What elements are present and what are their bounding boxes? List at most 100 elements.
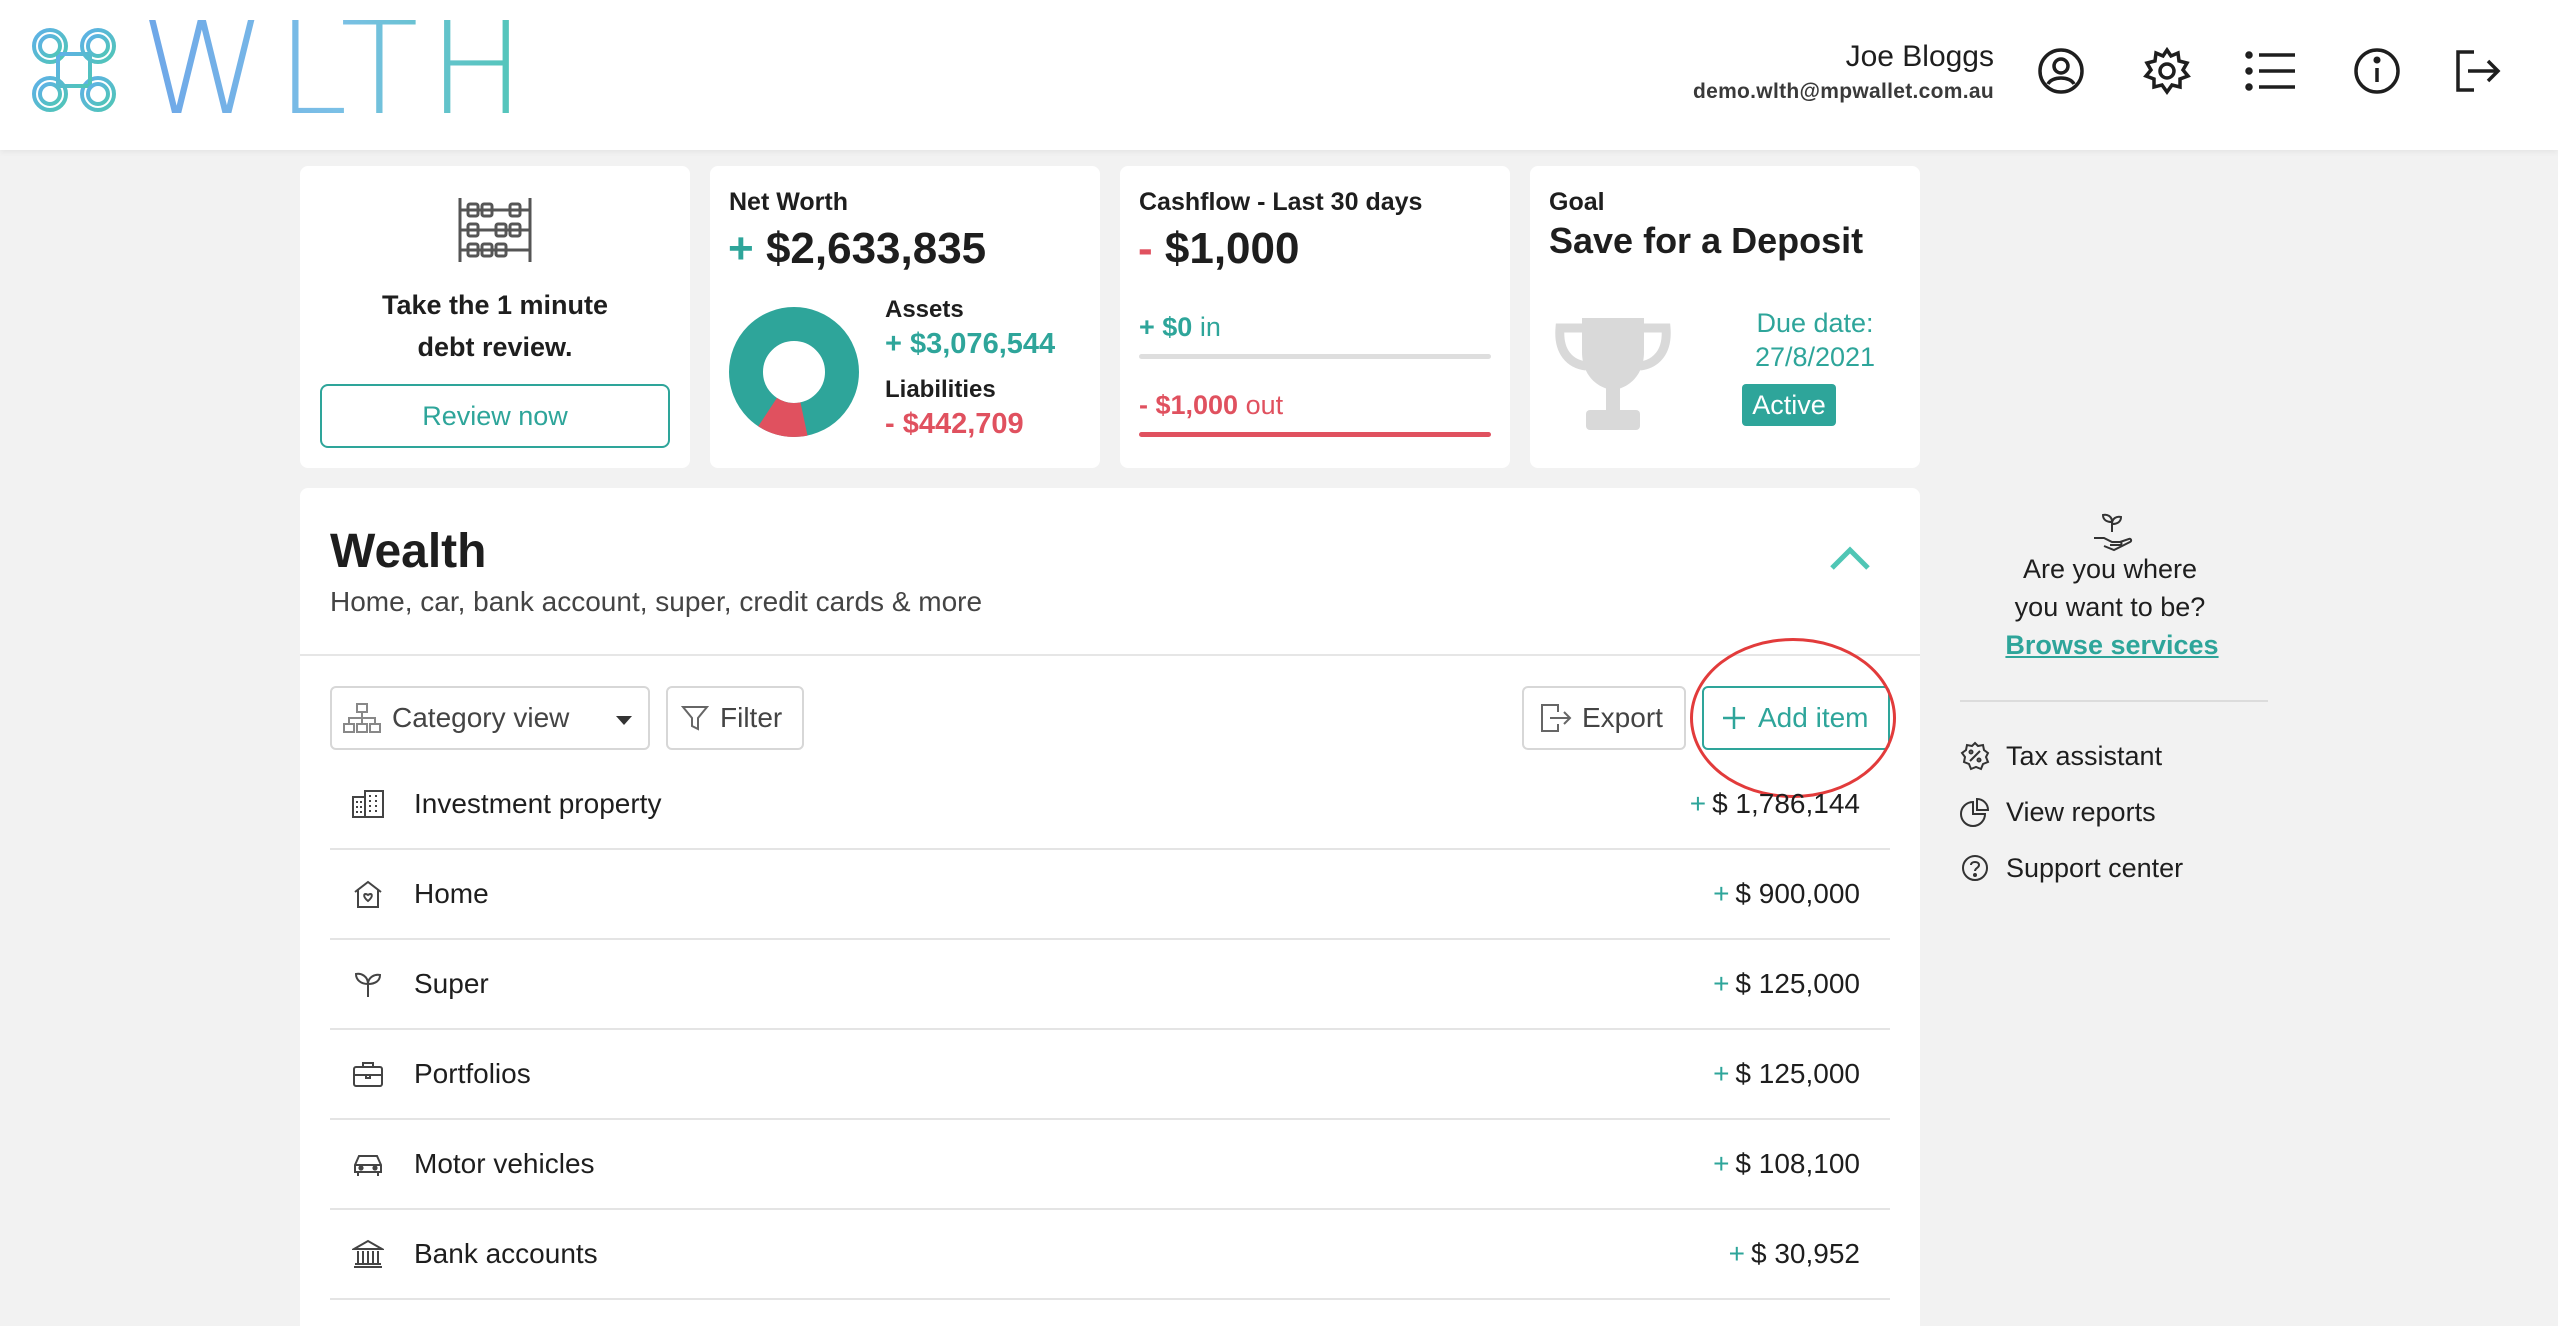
value-sign: + [1689, 788, 1707, 819]
cashflow-card[interactable]: Cashflow - Last 30 days - $1,000 + $0 in… [1120, 166, 1510, 468]
category-view-select[interactable]: Category view [330, 686, 650, 750]
logo-mark-icon [32, 28, 116, 112]
sidebar-divider [1960, 700, 2268, 702]
goal-title: Goal [1549, 188, 1605, 216]
sprout-icon [350, 966, 386, 1002]
liabilities-arc [758, 397, 808, 437]
category-view-label: Category view [392, 702, 570, 733]
export-button[interactable]: Export [1522, 686, 1686, 750]
list-item-value: + $ 30,952 [1729, 1238, 1860, 1270]
export-label: Export [1582, 702, 1663, 733]
goal-card[interactable]: Goal Save for a Deposit Due date: 27/8/2… [1530, 166, 1920, 468]
list-item-super[interactable]: Super + $ 125,000 [330, 940, 1890, 1030]
debt-review-line1: Take the 1 minute [381, 290, 609, 320]
list-item-value: + $ 900,000 [1713, 878, 1860, 910]
assets-label: Assets [885, 296, 964, 323]
cashflow-amount: $1,000 [1164, 224, 1300, 273]
liabilities-label: Liabilities [885, 376, 996, 403]
building-icon [350, 786, 386, 822]
value-sign: + [1713, 878, 1730, 909]
account-icon[interactable] [2034, 44, 2088, 98]
goal-name: Save for a Deposit [1549, 220, 1864, 261]
cashflow-value: - $1,000 [1138, 224, 1299, 274]
browse-services-link[interactable]: Browse services [1960, 630, 2264, 661]
wlth-logo[interactable]: WLTH [26, 6, 535, 134]
user-name: Joe Bloggs [1845, 40, 1994, 73]
chevron-up-icon[interactable] [1826, 540, 1874, 574]
briefcase-icon [350, 1056, 386, 1092]
percent-badge-icon [1960, 741, 1990, 771]
list-item-label: Portfolios [414, 1058, 531, 1089]
net-worth-value: + $2,633,835 [728, 224, 986, 274]
wealth-panel: Wealth Home, car, bank account, super, c… [300, 488, 1920, 1326]
sidebar-question-line2: you want to be? [2014, 592, 2206, 622]
list-item-investment-property[interactable]: Investment property + $ 1,786,144 [330, 760, 1890, 850]
sidebar-item-label: Tax assistant [2006, 740, 2163, 771]
settings-icon[interactable] [2140, 44, 2194, 98]
list-item-motor-vehicles[interactable]: Motor vehicles + $ 108,100 [330, 1120, 1890, 1210]
bank-icon [350, 1236, 386, 1272]
net-worth-amount: $2,633,835 [765, 224, 987, 273]
sidebar-item-support-center[interactable]: Support center [1960, 848, 2183, 888]
cashflow-in-label: in [1199, 312, 1221, 342]
user-email: demo.wlth@mpwallet.com.au [1692, 80, 1994, 103]
value-sign: + [1713, 968, 1730, 999]
value-amount: $ 30,952 [1751, 1238, 1860, 1269]
sidebar-item-tax-assistant[interactable]: Tax assistant [1960, 736, 2162, 776]
value-sign: + [1728, 1238, 1745, 1269]
list-item-label: Home [414, 878, 489, 909]
logout-icon[interactable] [2450, 44, 2504, 98]
debt-review-line2: debt review. [417, 332, 573, 362]
plant-hand-icon [2094, 513, 2133, 552]
list-item-value: + $ 125,000 [1713, 1058, 1860, 1090]
liabilities-value: - $442,709 [885, 408, 1024, 440]
value-sign: + [1713, 1058, 1730, 1089]
cashflow-out: - $1,000 out [1139, 390, 1283, 421]
net-worth-title: Net Worth [729, 188, 848, 216]
list-item-value: + $ 125,000 [1713, 968, 1860, 1000]
user-info: Joe Bloggs demo.wlth@mpwallet.com.au [1693, 40, 1994, 104]
add-item-button[interactable]: Add item [1702, 686, 1890, 750]
car-icon [350, 1146, 386, 1182]
assets-value: + $3,076,544 [885, 328, 1056, 360]
list-icon[interactable] [2244, 44, 2298, 98]
filter-button[interactable]: Filter [666, 686, 804, 750]
home-icon [350, 876, 386, 912]
plus-icon [1723, 707, 1745, 729]
wealth-title: Wealth [330, 525, 487, 578]
goal-due: Due date: 27/8/2021 [1710, 306, 1920, 374]
cashflow-in-amount: + $0 [1139, 312, 1193, 342]
list-item-label: Super [414, 968, 489, 999]
list-item-home[interactable]: Home + $ 900,000 [330, 850, 1890, 940]
debt-review-text: Take the 1 minute debt review. [300, 284, 690, 368]
value-amount: $ 125,000 [1735, 1058, 1860, 1089]
list-item-value: + $ 108,100 [1713, 1148, 1860, 1180]
sidebar-question: Are you where you want to be? [1960, 550, 2260, 626]
list-item-label: Motor vehicles [414, 1148, 595, 1179]
goal-status-badge: Active [1742, 384, 1836, 426]
goal-due-label: Due date: [1756, 308, 1874, 338]
net-worth-sign: + [728, 224, 754, 273]
cashflow-sign: - [1138, 224, 1153, 273]
sidebar-item-view-reports[interactable]: View reports [1960, 792, 2156, 832]
review-now-button[interactable]: Review now [320, 384, 670, 448]
debt-review-card: Take the 1 minute debt review. Review no… [300, 166, 690, 468]
filter-icon [680, 706, 710, 731]
list-item-label: Investment property [414, 788, 662, 819]
cashflow-title: Cashflow - Last 30 days [1139, 188, 1423, 216]
hierarchy-icon [343, 703, 381, 733]
abacus-icon [458, 198, 532, 262]
list-item-portfolios[interactable]: Portfolios + $ 125,000 [330, 1030, 1890, 1120]
top-header: WLTH Joe Bloggs demo.wlth@mpwallet.com.a… [0, 0, 2558, 150]
add-item-label: Add item [1758, 702, 1869, 733]
cashflow-in-bar [1139, 354, 1491, 359]
net-worth-card[interactable]: Net Worth + $2,633,835 Assets + $3,076,5… [710, 166, 1100, 468]
info-icon[interactable] [2350, 44, 2404, 98]
cashflow-in: + $0 in [1139, 312, 1221, 343]
pie-chart-icon [1960, 797, 1990, 827]
trophy-icon [1555, 318, 1671, 430]
value-amount: $ 1,786,144 [1712, 788, 1860, 819]
cashflow-out-amount: - $1,000 [1139, 390, 1239, 420]
list-item-bank-accounts[interactable]: Bank accounts + $ 30,952 [330, 1210, 1890, 1300]
cashflow-out-bar [1139, 432, 1491, 437]
